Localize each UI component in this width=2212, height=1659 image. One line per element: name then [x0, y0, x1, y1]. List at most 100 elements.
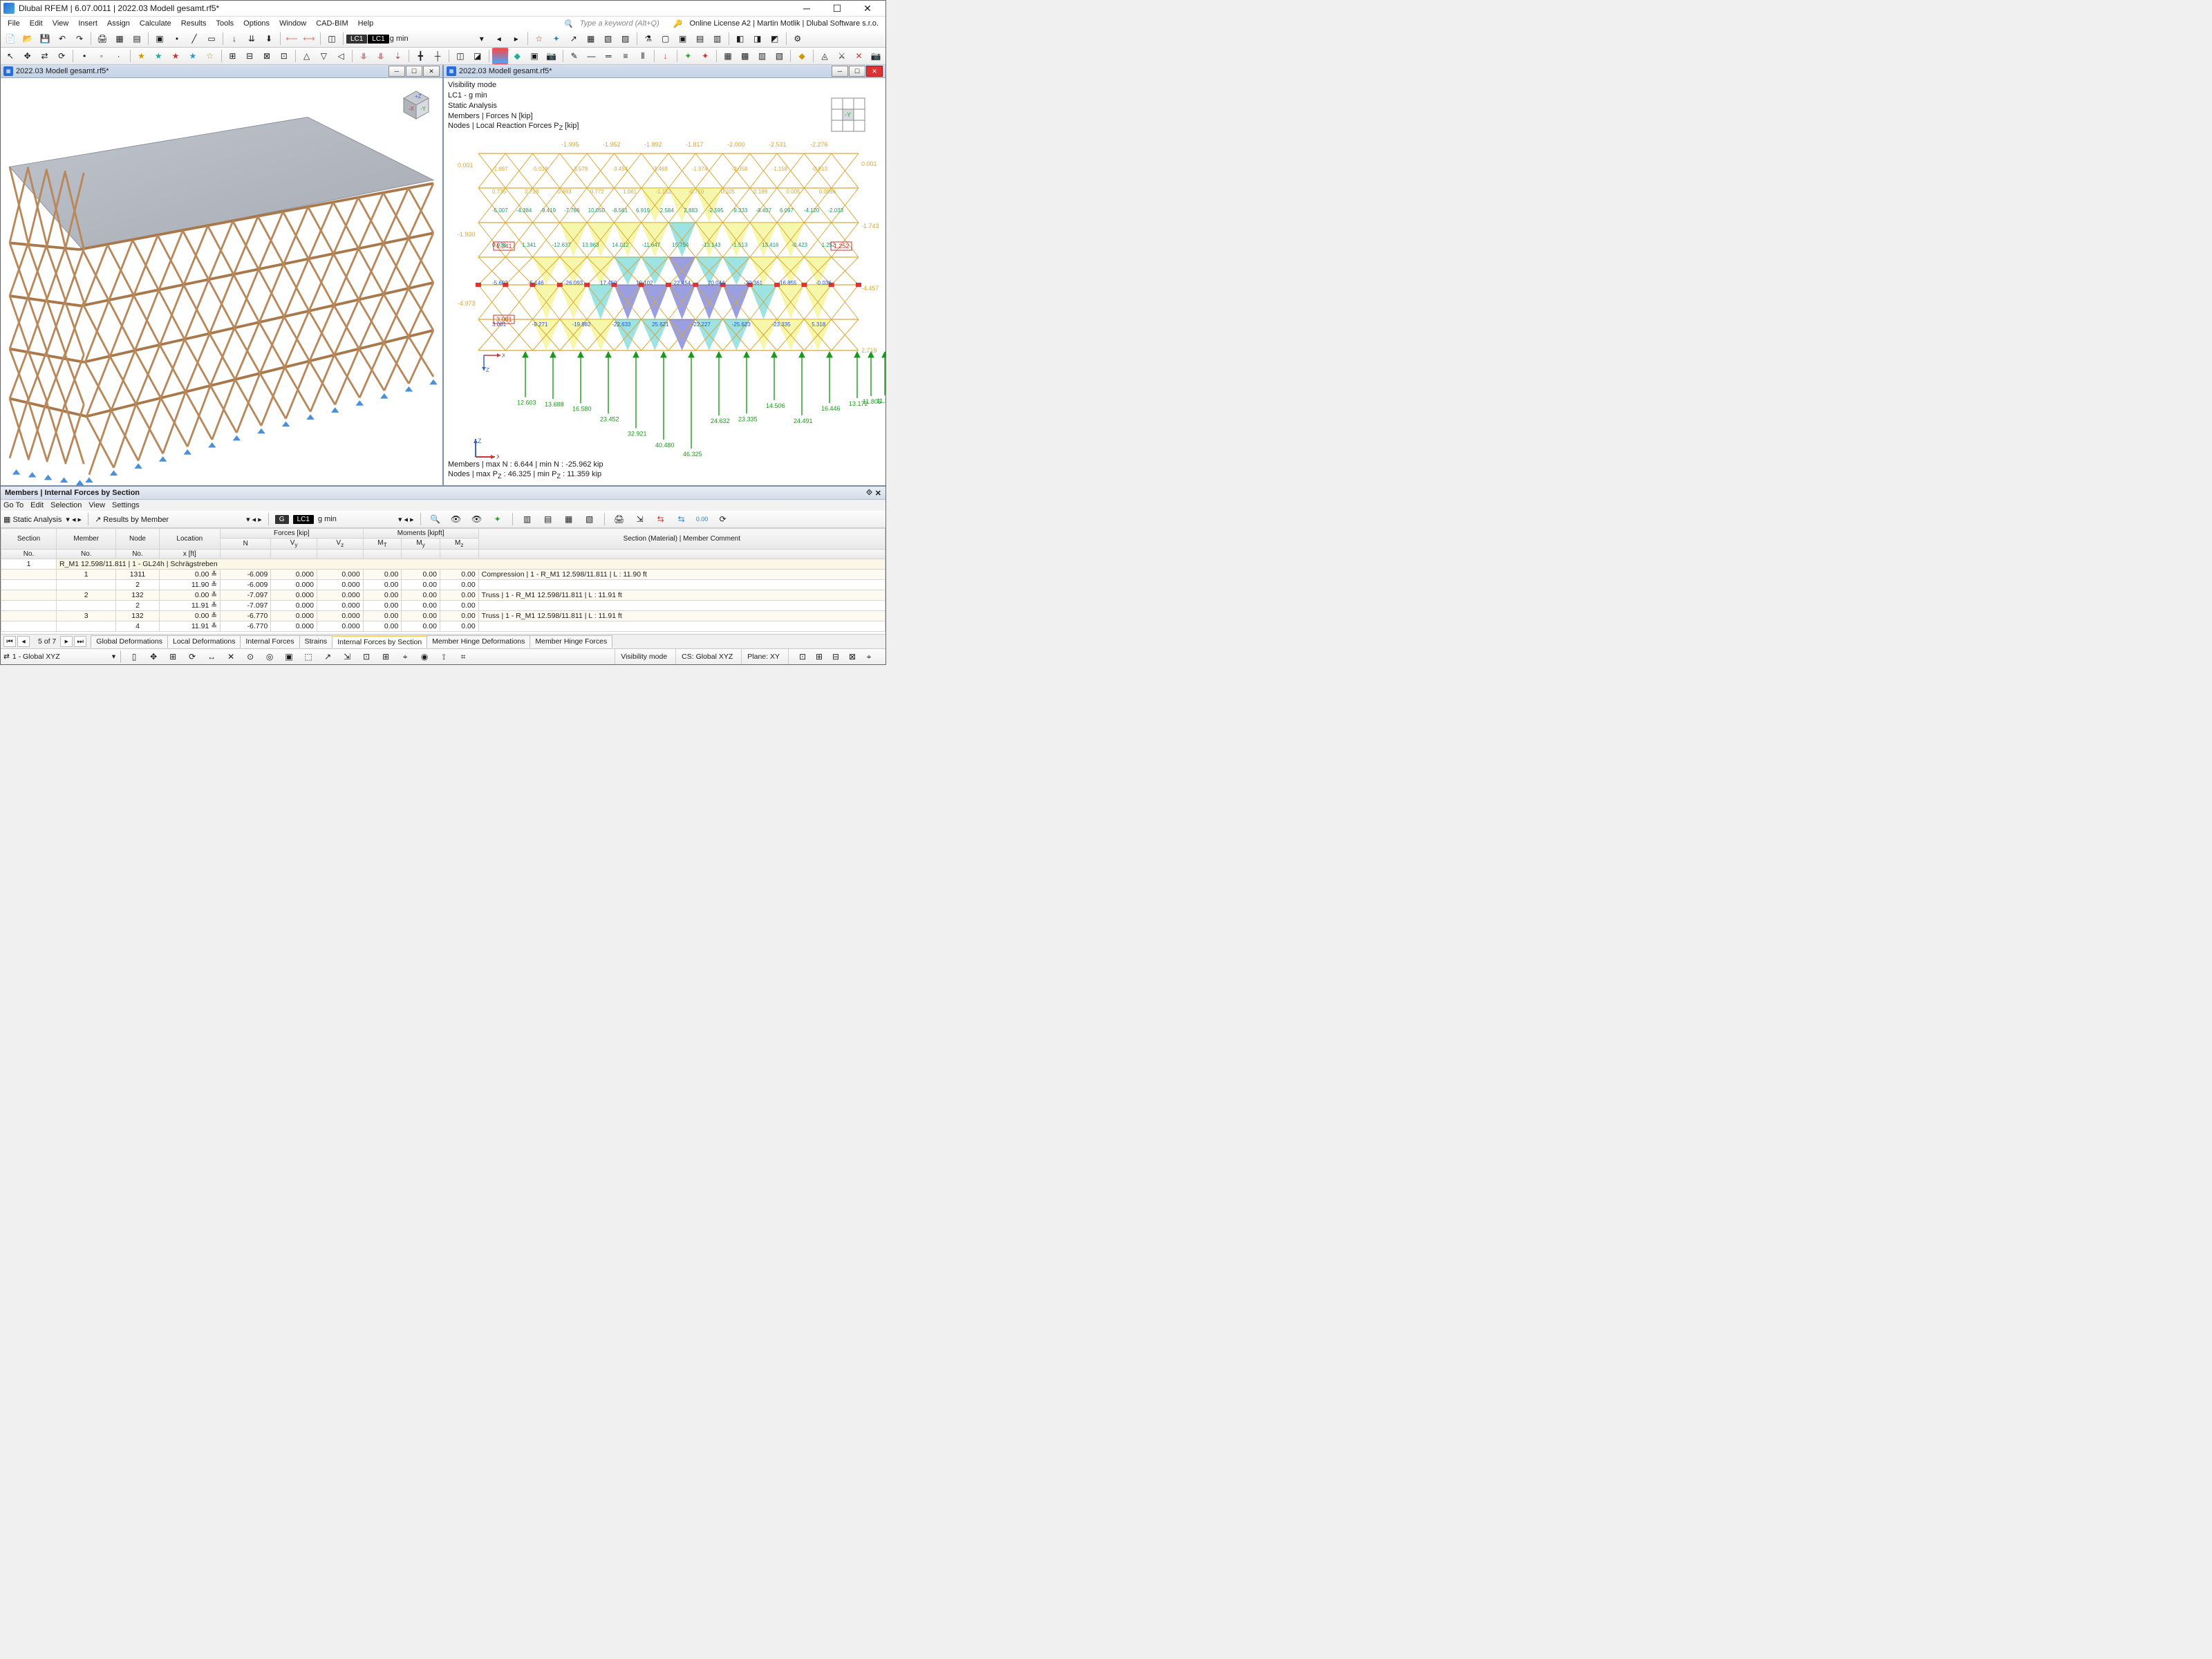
s15[interactable]: ⌖: [397, 648, 413, 665]
menu-results[interactable]: Results: [177, 18, 211, 29]
menu-tools[interactable]: Tools: [212, 18, 238, 29]
s8[interactable]: ◎: [261, 648, 278, 665]
box3-icon[interactable]: ▤: [692, 30, 709, 47]
iso-icon[interactable]: ▦: [583, 30, 599, 47]
move-icon[interactable]: ✥: [19, 48, 36, 64]
calc-icon[interactable]: ☆: [531, 30, 547, 47]
del2-icon[interactable]: ⚔: [834, 48, 850, 64]
cube-icon[interactable]: ◧: [732, 30, 749, 47]
tab-prev[interactable]: ◂: [17, 636, 30, 647]
menu-calculate[interactable]: Calculate: [135, 18, 176, 29]
vp-maximize[interactable]: ☐: [406, 66, 422, 77]
snap-icon[interactable]: 📷: [868, 48, 884, 64]
s18[interactable]: ⌗: [455, 648, 471, 665]
results-table[interactable]: Section Member Node Location Forces [kip…: [1, 528, 885, 634]
menu-edit[interactable]: Edit: [26, 18, 47, 29]
grid1-icon[interactable]: ⊞: [225, 48, 241, 64]
menu-view[interactable]: View: [48, 18, 73, 29]
star2-icon[interactable]: ★: [150, 48, 167, 64]
s14[interactable]: ⊞: [377, 648, 394, 665]
s13[interactable]: ⊡: [358, 648, 375, 665]
vis4-icon[interactable]: ▧: [771, 48, 787, 64]
star1-icon[interactable]: ★: [133, 48, 150, 64]
s2[interactable]: ✥: [145, 648, 162, 665]
ax2-icon[interactable]: ✦: [697, 48, 713, 64]
t1-icon[interactable]: ╋: [412, 48, 429, 64]
tab-last[interactable]: ⏭: [74, 636, 86, 647]
ax1-icon[interactable]: ✦: [680, 48, 697, 64]
new-icon[interactable]: 📄: [2, 30, 19, 47]
snap4[interactable]: ⊠: [844, 648, 861, 665]
menu-options[interactable]: Options: [239, 18, 274, 29]
menu-file[interactable]: File: [3, 18, 24, 29]
edit1-icon[interactable]: ✎: [566, 48, 583, 64]
s5[interactable]: ↔: [203, 648, 220, 665]
wire-icon[interactable]: ◩: [767, 30, 783, 47]
panel-pin-icon[interactable]: ⟐: [866, 489, 872, 498]
snap5[interactable]: ⌖: [861, 648, 877, 665]
menu-insert[interactable]: Insert: [74, 18, 102, 29]
cam-icon[interactable]: 📷: [543, 48, 560, 64]
s3[interactable]: ⊞: [165, 648, 181, 665]
eye2-icon[interactable]: 👁: [469, 511, 485, 527]
star3-icon[interactable]: ★: [167, 48, 184, 64]
dim2-icon[interactable]: ⟷: [301, 30, 317, 47]
result-tab[interactable]: Member Hinge Deformations: [427, 635, 530, 648]
s17[interactable]: ⟟: [435, 648, 452, 665]
vp-maximize[interactable]: ☐: [849, 66, 865, 77]
iso3-icon[interactable]: ▨: [617, 30, 634, 47]
axis-icon[interactable]: ✦: [489, 511, 506, 527]
ld1-icon[interactable]: ⥥: [355, 48, 372, 64]
clr-icon[interactable]: ⇆: [653, 511, 669, 527]
pt1-icon[interactable]: •: [76, 48, 93, 64]
sec1-icon[interactable]: ◫: [452, 48, 469, 64]
s10[interactable]: ⬚: [300, 648, 317, 665]
snap1[interactable]: ⊡: [794, 648, 811, 665]
table-row[interactable]: 2 11.91 ≚ -7.0970.0000.000 0.000.000.00: [1, 601, 885, 611]
sup2-icon[interactable]: ▽: [315, 48, 332, 64]
col2-icon[interactable]: ◆: [509, 48, 525, 64]
col3-icon[interactable]: ▣: [526, 48, 543, 64]
mirror-icon[interactable]: ⇄: [37, 48, 53, 64]
s11[interactable]: ↗: [319, 648, 336, 665]
sup1-icon[interactable]: △: [299, 48, 315, 64]
table-row[interactable]: 4 11.91 ≚ -6.7700.0000.000 0.000.000.00: [1, 621, 885, 632]
del1-icon[interactable]: ◬: [816, 48, 833, 64]
vp-close[interactable]: ✕: [866, 66, 883, 77]
num-icon[interactable]: 0.00: [694, 511, 711, 527]
node-icon[interactable]: •: [169, 30, 185, 47]
lc-prev-icon[interactable]: ◂: [491, 30, 507, 47]
s7[interactable]: ⊙: [242, 648, 259, 665]
tb-d[interactable]: ▧: [581, 511, 598, 527]
sh1-icon[interactable]: ◆: [794, 48, 810, 64]
pmenu-selection[interactable]: Selection: [50, 501, 82, 509]
gear-icon[interactable]: ⚙: [789, 30, 806, 47]
star5-icon[interactable]: ☆: [202, 48, 218, 64]
table-row[interactable]: 2132 0.00 ≚ -7.0970.0000.000 0.000.000.0…: [1, 590, 885, 601]
pmenu-settings[interactable]: Settings: [112, 501, 140, 509]
open-icon[interactable]: 📂: [19, 30, 36, 47]
lc-dropdown-icon[interactable]: ▾: [474, 30, 490, 47]
col1-icon[interactable]: [492, 48, 509, 64]
table-row[interactable]: 3132 0.00 ≚ -6.7700.0000.000 0.000.000.0…: [1, 611, 885, 621]
menu-help[interactable]: Help: [354, 18, 378, 29]
select-icon[interactable]: ↖: [2, 48, 19, 64]
bm4-icon[interactable]: ⫴: [635, 48, 651, 64]
table-row[interactable]: 11311 0.00 ≚ -6.0090.0000.000 0.000.000.…: [1, 570, 885, 580]
result-tab[interactable]: Internal Forces by Section: [332, 635, 427, 648]
arr1-icon[interactable]: ↓: [657, 48, 674, 64]
results-view[interactable]: Visibility mode LC1 - g min Static Analy…: [444, 77, 885, 485]
panel-close-icon[interactable]: ✕: [875, 489, 881, 498]
solid-icon[interactable]: ◨: [749, 30, 766, 47]
eye-icon[interactable]: 👁: [448, 511, 465, 527]
box1-icon[interactable]: ▢: [657, 30, 674, 47]
status-toggle[interactable]: ⇄: [3, 653, 10, 661]
snap2[interactable]: ⊞: [811, 648, 827, 665]
box2-icon[interactable]: ▣: [675, 30, 691, 47]
tab-first[interactable]: ⏮: [3, 636, 16, 647]
result1-icon[interactable]: ✦: [548, 30, 565, 47]
star4-icon[interactable]: ★: [185, 48, 201, 64]
bm2-icon[interactable]: ═: [600, 48, 617, 64]
results-by[interactable]: ↗ Results by Member: [95, 515, 169, 524]
view-icon[interactable]: ◫: [324, 30, 340, 47]
